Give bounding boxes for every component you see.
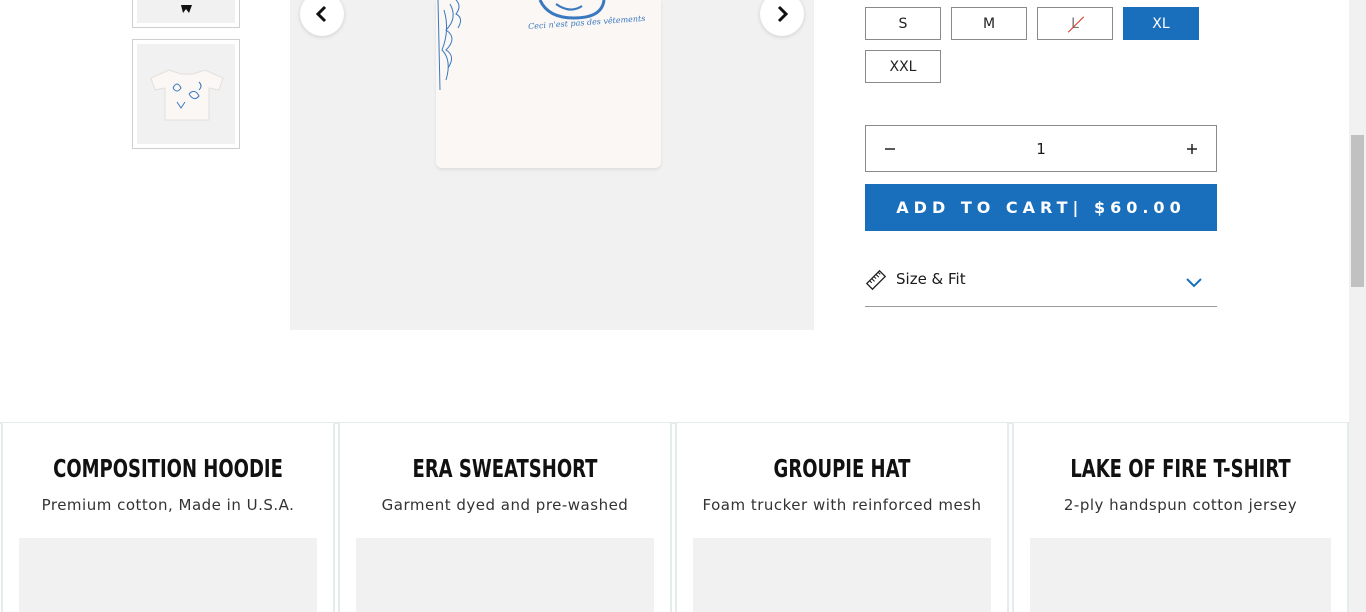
product-card-title[interactable]: GROUPIE HAT [723,454,961,483]
product-card-image[interactable] [1030,538,1331,612]
size-option-m[interactable]: M [951,7,1027,40]
ruler-icon [865,269,887,291]
product-card-image[interactable] [356,538,654,612]
product-card-description: 2-ply handspun cotton jersey [1063,496,1298,514]
thumbnail-shirt-icon [150,69,224,121]
related-product-card[interactable]: COMPOSITION HOODIE Premium cotton, Made … [1,423,335,612]
product-card-title[interactable]: COMPOSITION HOODIE [49,454,287,483]
thumbnail-image [137,0,235,23]
size-option-xxl[interactable]: XXL [865,50,941,83]
chevron-right-icon [777,5,789,23]
thumbnail-2[interactable] [132,39,240,149]
product-card-image[interactable] [19,538,317,612]
quantity-decrease-button[interactable] [866,126,914,171]
thumbnail-image [137,44,235,144]
page-scrollbar[interactable] [1349,0,1366,612]
size-fit-accordion[interactable]: Size & Fit [865,262,1217,307]
product-card-description: Foam trucker with reinforced mesh [702,496,982,514]
related-product-card[interactable]: GROUPIE HAT Foam trucker with reinforced… [675,423,1009,612]
size-fit-label: Size & Fit [896,270,966,288]
quantity-increase-button[interactable] [1168,126,1216,171]
product-card-image[interactable] [693,538,991,612]
chevron-left-icon [315,5,327,23]
related-product-card[interactable]: LAKE OF FIRE T-SHIRT 2-ply handspun cott… [1012,423,1349,612]
product-card-description: Garment dyed and pre-washed [381,496,629,514]
size-option-xl[interactable]: XL [1123,7,1199,40]
add-to-cart-button[interactable]: ADD TO CART| $60.00 [865,184,1217,231]
thumbnail-figure-icon [181,5,192,13]
size-option-l[interactable]: L [1037,7,1113,40]
chevron-down-icon [1186,278,1202,288]
size-option-s[interactable]: S [865,7,941,40]
product-shirt-graphic: Ceci n'est pas des vêtements [436,0,661,168]
plus-icon [1187,143,1197,154]
minus-icon [885,147,895,150]
scrollbar-thumb[interactable] [1351,135,1364,287]
quantity-input[interactable]: 1 [914,126,1168,171]
product-card-description: Premium cotton, Made in U.S.A. [41,496,295,514]
thumbnail-1[interactable] [132,0,240,28]
product-card-title[interactable]: LAKE OF FIRE T-SHIRT [1061,454,1301,483]
quantity-stepper: 1 [865,125,1217,172]
related-product-card[interactable]: ERA SWEATSHORT Garment dyed and pre-wash… [338,423,672,612]
product-card-title[interactable]: ERA SWEATSHORT [386,454,624,483]
